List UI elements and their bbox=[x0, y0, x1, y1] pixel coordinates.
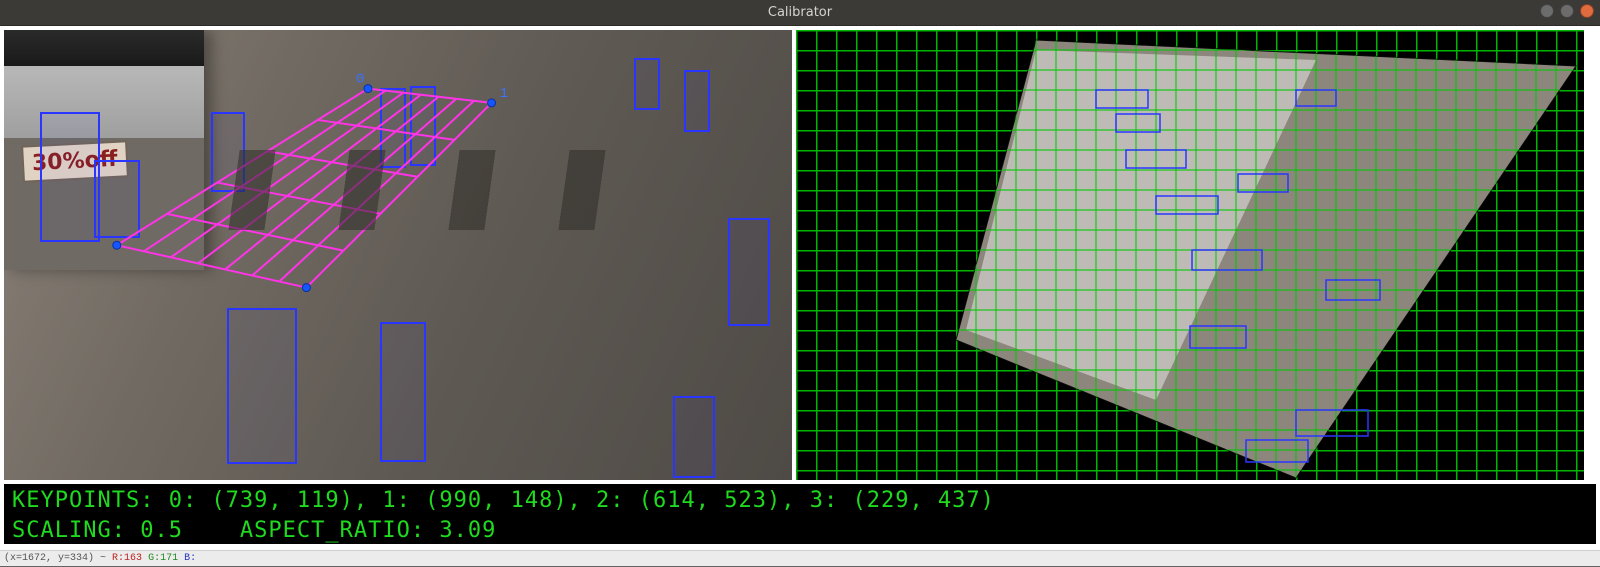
keypoint-handle[interactable] bbox=[364, 85, 372, 93]
grid-overlay bbox=[796, 30, 1584, 480]
minimize-icon[interactable] bbox=[1540, 4, 1554, 18]
detection-box bbox=[634, 58, 660, 110]
window-controls bbox=[1540, 4, 1594, 18]
keypoint-handle[interactable] bbox=[302, 284, 310, 292]
status-coords: (x=1672, y=334) ~ bbox=[4, 553, 106, 564]
hud-params-line: SCALING: 0.5 ASPECT_RATIO: 3.09 bbox=[12, 518, 496, 543]
keypoint-label: 0 bbox=[356, 72, 364, 88]
content-area: 30%off 01 KEYPOINTS: 0: (739, 119), 1: (… bbox=[0, 26, 1600, 550]
detection-box bbox=[211, 112, 245, 192]
warped-view[interactable] bbox=[796, 30, 1584, 480]
window-title: Calibrator bbox=[768, 5, 832, 20]
detection-box bbox=[728, 218, 770, 326]
panes-row: 30%off 01 bbox=[4, 30, 1596, 480]
status-b: B: bbox=[184, 553, 196, 564]
detection-box bbox=[684, 70, 710, 132]
keypoint-handle[interactable] bbox=[488, 99, 496, 107]
hud-overlay: KEYPOINTS: 0: (739, 119), 1: (990, 148),… bbox=[4, 484, 1596, 544]
detection-box bbox=[380, 322, 426, 462]
keypoint-label: 1 bbox=[500, 86, 508, 102]
detection-box bbox=[40, 112, 100, 242]
detection-box bbox=[227, 308, 297, 464]
close-icon[interactable] bbox=[1580, 4, 1594, 18]
detection-box bbox=[673, 396, 715, 478]
maximize-icon[interactable] bbox=[1560, 4, 1574, 18]
detection-box bbox=[410, 86, 436, 166]
status-g: G:171 bbox=[148, 553, 178, 564]
detection-box bbox=[380, 88, 406, 168]
detection-box bbox=[94, 160, 140, 238]
hud-keypoints-line: KEYPOINTS: 0: (739, 119), 1: (990, 148),… bbox=[12, 488, 995, 513]
status-r: R:163 bbox=[112, 553, 142, 564]
source-view[interactable]: 30%off 01 bbox=[4, 30, 792, 480]
keypoint-handle[interactable] bbox=[113, 241, 121, 249]
titlebar[interactable]: Calibrator bbox=[0, 0, 1600, 26]
statusbar: (x=1672, y=334) ~ R:163 G:171 B: bbox=[0, 550, 1600, 566]
